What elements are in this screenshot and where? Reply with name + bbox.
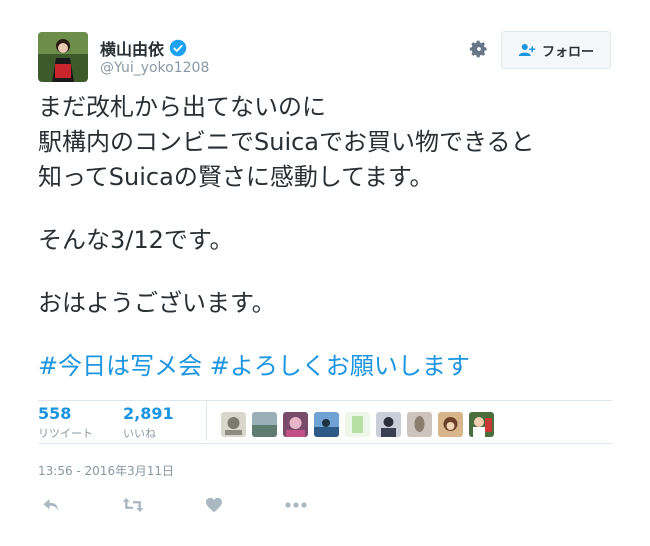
retweet-icon[interactable] [120, 494, 146, 516]
tweet-stats: 558 リツイート 2,891 いいね [38, 401, 612, 443]
liker-avatar[interactable] [376, 412, 401, 437]
tweet-timestamp[interactable]: 13:56 - 2016年3月11日 [38, 462, 174, 479]
reply-icon[interactable] [38, 494, 64, 516]
stats-separator [206, 401, 207, 441]
tweet-line: おはようございます。 [38, 289, 276, 317]
display-name-text[interactable]: 横山由依 [100, 36, 164, 60]
tweet-line: そんな3/12です。 [38, 226, 234, 254]
liker-avatar[interactable] [221, 412, 246, 437]
user-handle[interactable]: @Yui_yoko1208 [100, 60, 209, 76]
hashtag-row: #今日は写メ会 #よろしくお願いします [38, 349, 628, 384]
liker-avatar[interactable] [314, 412, 339, 437]
verified-icon [169, 39, 187, 57]
retweet-count[interactable]: 558 リツイート [38, 404, 93, 441]
retweet-count-label: リツイート [38, 427, 93, 440]
divider [38, 443, 612, 444]
hashtag-link[interactable]: #よろしくお願いします [210, 352, 470, 380]
liker-avatars [221, 412, 494, 437]
hashtag-link[interactable]: #今日は写メ会 [38, 352, 202, 380]
follow-user-icon [518, 44, 536, 56]
tweet-line: まだ改札から出てないのに [38, 93, 326, 121]
retweet-count-number: 558 [38, 404, 72, 423]
avatar[interactable] [38, 32, 88, 82]
tweet-line: 駅構内のコンビニでSuicaでお買い物できると [38, 128, 535, 156]
gear-icon[interactable] [466, 36, 492, 62]
tweet-line: 知ってSuicaの賢さに感動してます。 [38, 163, 434, 191]
more-icon[interactable] [283, 494, 309, 516]
like-count-number: 2,891 [123, 404, 174, 423]
tweet-text: まだ改札から出てないのに 駅構内のコンビニでSuicaでお買い物できると 知って… [38, 90, 628, 384]
display-name[interactable]: 横山由依 [100, 36, 187, 60]
follow-button[interactable]: フォロー [501, 31, 611, 69]
liker-avatar[interactable] [407, 412, 432, 437]
liker-avatar[interactable] [252, 412, 277, 437]
liker-avatar[interactable] [283, 412, 308, 437]
liker-avatar[interactable] [345, 412, 370, 437]
like-count-label: いいね [123, 427, 156, 440]
follow-button-label: フォロー [541, 44, 594, 60]
like-count[interactable]: 2,891 いいね [123, 404, 174, 441]
heart-icon[interactable] [201, 494, 227, 516]
liker-avatar[interactable] [469, 412, 494, 437]
liker-avatar[interactable] [438, 412, 463, 437]
